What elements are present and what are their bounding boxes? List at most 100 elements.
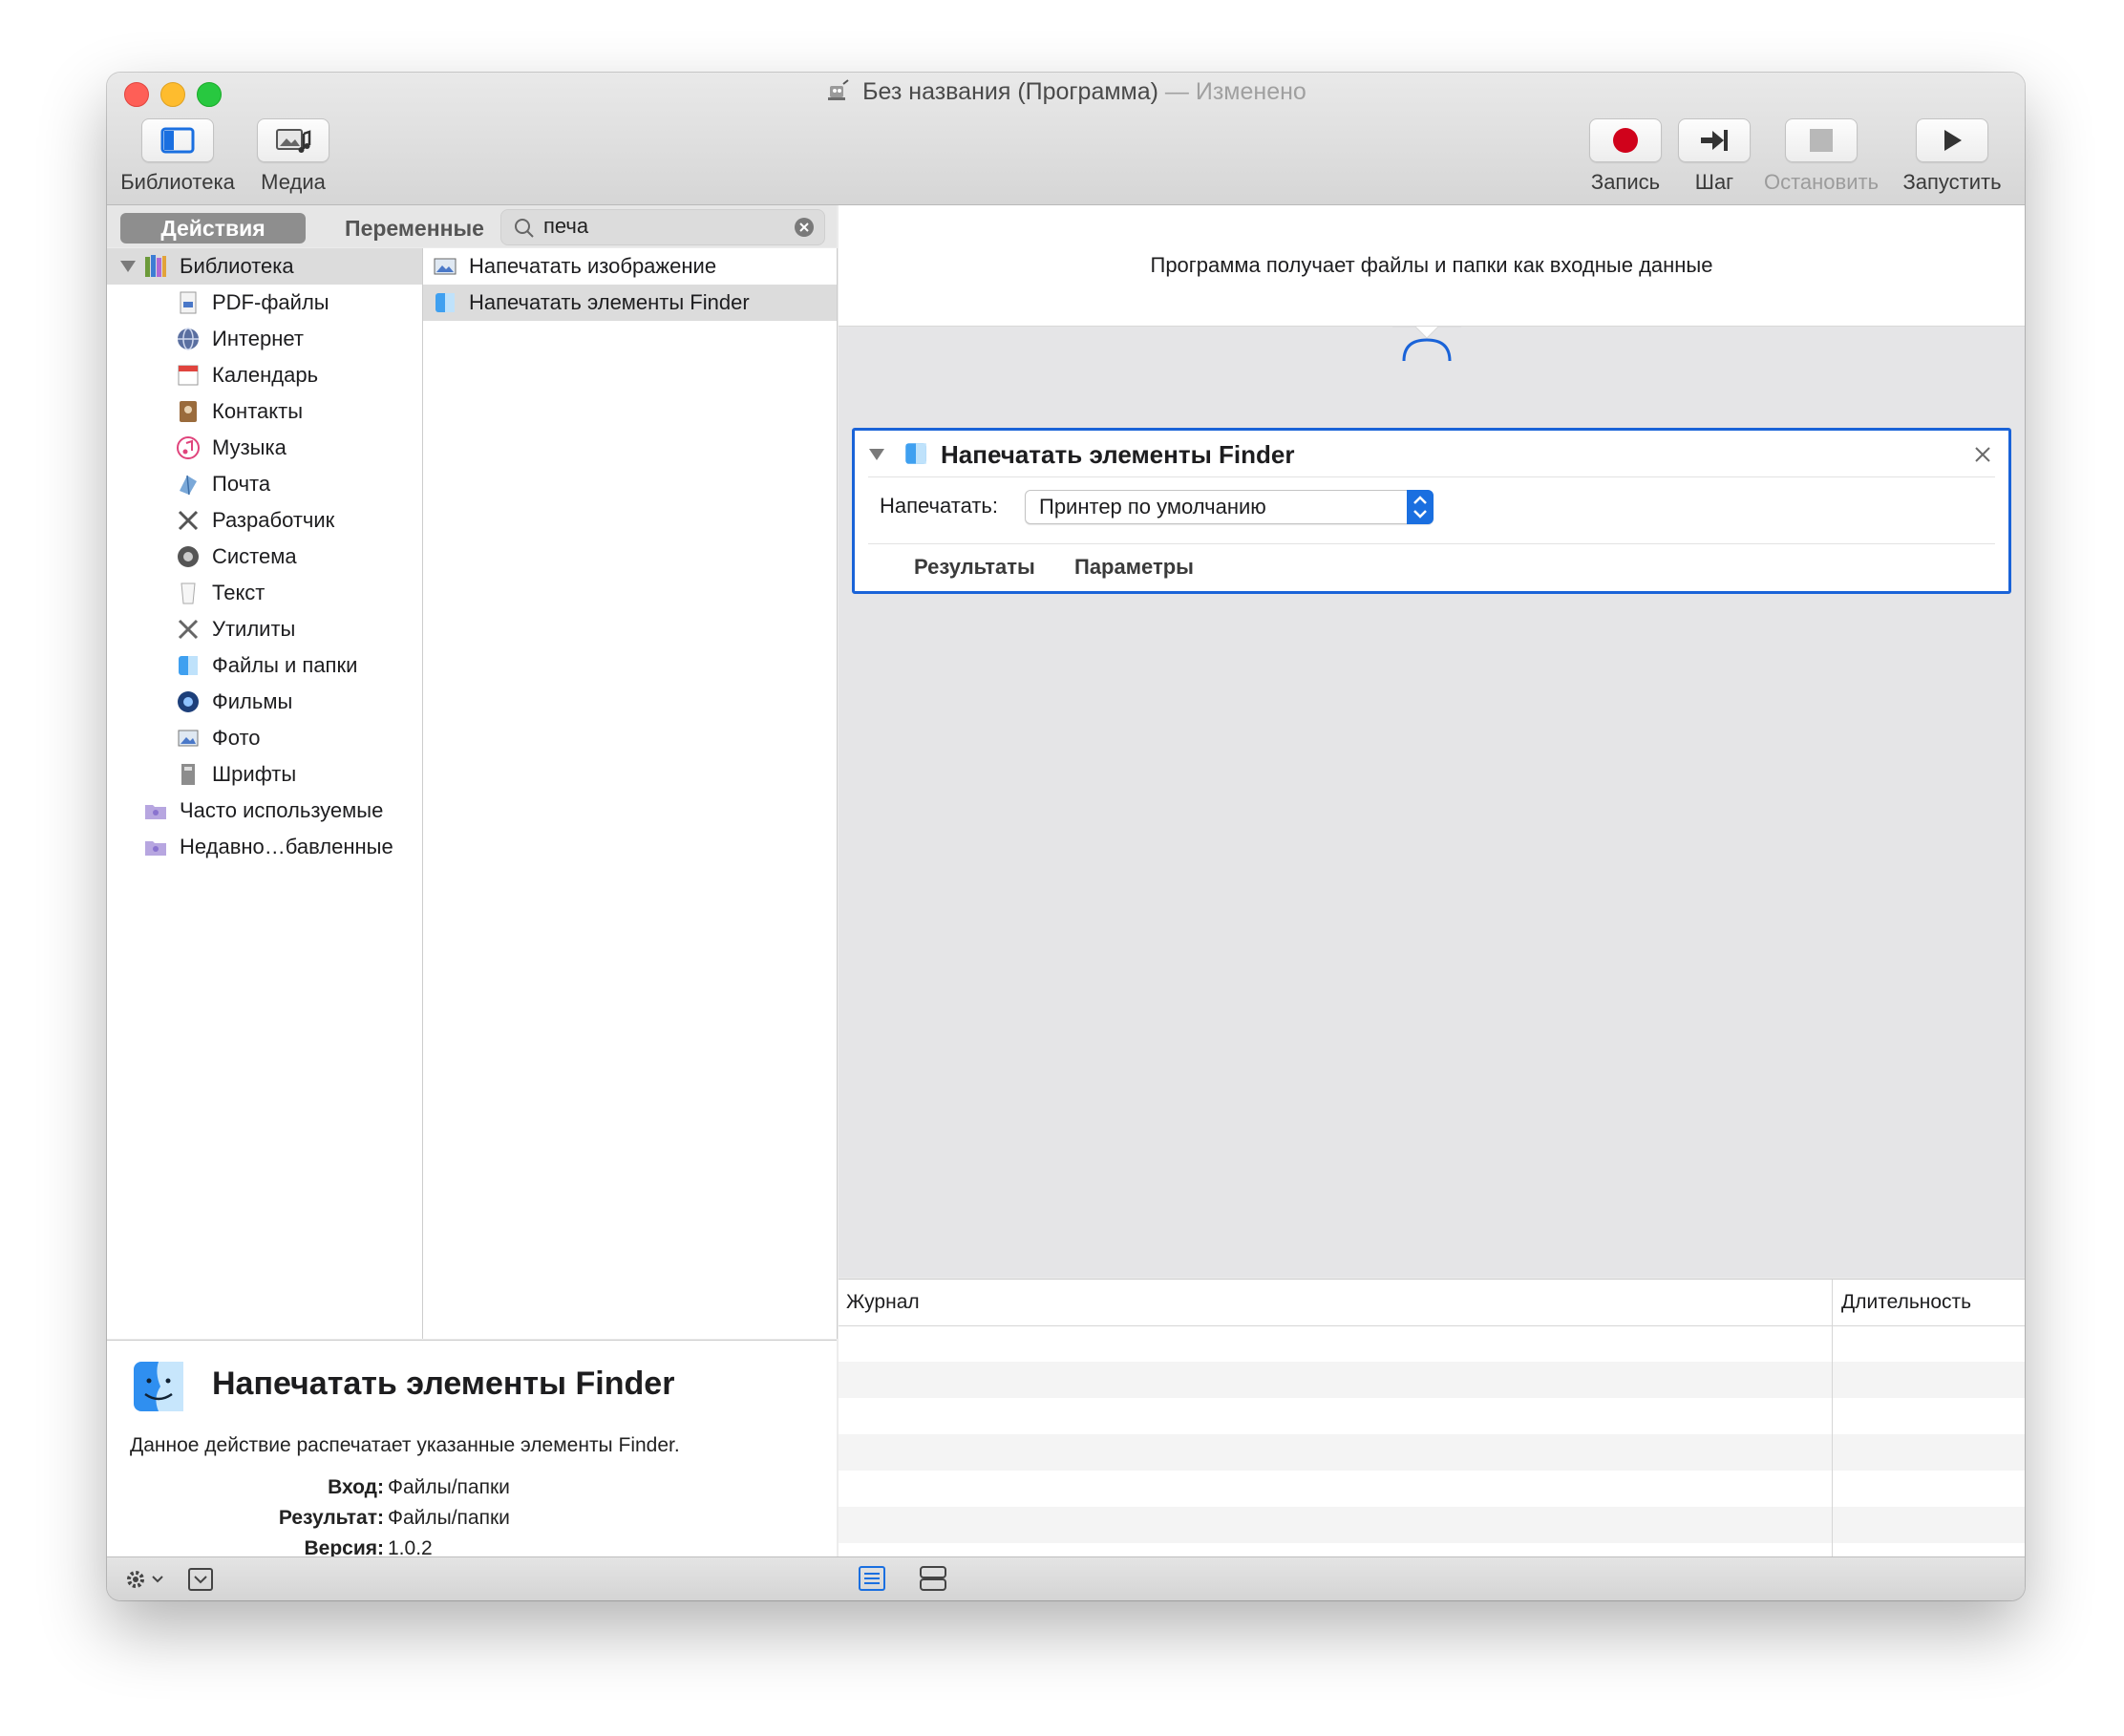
- clear-search-icon[interactable]: [794, 217, 815, 238]
- search-field[interactable]: [500, 209, 825, 245]
- smart-group-label: Недавно…бавленные: [180, 835, 393, 858]
- record-toolbar-item[interactable]: Запись: [1583, 118, 1667, 195]
- close-icon[interactable]: [1974, 446, 1991, 463]
- library-item-label: Разработчик: [212, 508, 335, 532]
- record-label: Запись: [1590, 170, 1661, 194]
- smart-group-frequent[interactable]: Часто используемые: [143, 793, 383, 829]
- library-item-files[interactable]: Файлы и папки: [176, 647, 357, 684]
- tab-actions[interactable]: Действия: [120, 213, 306, 243]
- library-item-developer[interactable]: Разработчик: [176, 502, 334, 539]
- toolbar: Без названия (Программа) — Изменено Библ…: [107, 73, 2025, 205]
- smart-group-recent[interactable]: Недавно…бавленные: [143, 829, 393, 865]
- stop-label: Остановить: [1763, 170, 1880, 194]
- library-books-icon: [145, 255, 166, 277]
- photo-icon: [178, 730, 199, 747]
- chevron-updown-icon: [1413, 496, 1427, 519]
- library-item-calendar[interactable]: Календарь: [176, 357, 318, 393]
- log-header: Журнал Длительность: [839, 1280, 2025, 1326]
- action-description-pane: Напечатать элементы Finder Данное действ…: [107, 1340, 837, 1556]
- contacts-icon: [180, 401, 197, 422]
- library-item-text[interactable]: Текст: [176, 575, 265, 611]
- record-button[interactable]: [1589, 118, 1662, 162]
- log-row: [839, 1434, 2025, 1471]
- window-title-separator: —: [1158, 78, 1196, 105]
- action-item-print-finder[interactable]: Напечатать элементы Finder: [423, 285, 837, 321]
- step-button[interactable]: [1678, 118, 1751, 162]
- log-column-divider[interactable]: [1832, 1280, 1833, 1556]
- library-item-pdf[interactable]: PDF-файлы: [176, 285, 329, 321]
- search-icon: [515, 219, 534, 238]
- show-description-icon[interactable]: [187, 1567, 214, 1592]
- workflow-area[interactable]: Напечатать элементы Finder Напечатать: П…: [839, 326, 2025, 1278]
- log-row: [839, 1507, 2025, 1543]
- library-item-system[interactable]: Система: [176, 539, 297, 575]
- library-item-contacts[interactable]: Контакты: [176, 393, 303, 430]
- media-toolbar-button[interactable]: [257, 118, 329, 162]
- disclosure-triangle-icon[interactable]: [120, 261, 136, 272]
- window-title-name: Без названия (Программа): [862, 78, 1158, 105]
- params-tab[interactable]: Параметры: [1074, 555, 1194, 580]
- text-icon: [181, 582, 196, 604]
- library-item-internet[interactable]: Интернет: [176, 321, 304, 357]
- version-meta-label: Версия:: [304, 1537, 384, 1556]
- search-input[interactable]: [543, 212, 782, 241]
- split-view-icon[interactable]: [919, 1565, 947, 1592]
- input-meta-value: Файлы/папки: [388, 1476, 510, 1498]
- pdf-icon: [180, 291, 197, 314]
- media-icon: [276, 129, 311, 153]
- mail-icon: [180, 475, 197, 496]
- action-item-label: Напечатать элементы Finder: [469, 290, 750, 314]
- connector-notch-icon: [1392, 326, 1461, 362]
- step-toolbar-item[interactable]: Шаг: [1677, 118, 1752, 195]
- library-item-music[interactable]: Музыка: [176, 430, 287, 466]
- library-panel: Библиотека PDF-файлы Интернет Календарь …: [107, 248, 423, 1339]
- library-item-label: Почта: [212, 472, 271, 496]
- globe-icon: [178, 328, 199, 350]
- action-card-print-finder[interactable]: Напечатать элементы Finder Напечатать: П…: [852, 428, 2011, 594]
- smart-group-label: Часто используемые: [180, 798, 384, 822]
- gear-icon[interactable]: [124, 1567, 166, 1592]
- list-view-icon[interactable]: [858, 1565, 886, 1592]
- finder-icon: [179, 656, 198, 675]
- card-divider-top: [868, 476, 1995, 477]
- library-item-movies[interactable]: Фильмы: [176, 684, 292, 720]
- bottom-bar: [107, 1556, 2025, 1600]
- library-item-utilities[interactable]: Утилиты: [176, 611, 295, 647]
- result-meta-label: Результат:: [278, 1507, 384, 1529]
- printer-popup[interactable]: Принтер по умолчанию: [1025, 490, 1434, 524]
- run-button[interactable]: [1916, 118, 1988, 162]
- run-label: Запустить: [1902, 170, 2002, 194]
- stop-icon: [1810, 129, 1833, 152]
- finder-icon: [435, 293, 455, 312]
- library-item-photo[interactable]: Фото: [176, 720, 261, 756]
- description-text: Данное действие распечатает указанные эл…: [130, 1434, 680, 1456]
- library-toolbar-button[interactable]: [141, 118, 214, 162]
- window-title: Без названия (Программа) — Изменено: [107, 78, 2025, 106]
- library-item-label: Фото: [212, 726, 261, 750]
- log-table: Журнал Длительность: [839, 1279, 2025, 1556]
- library-item-fonts[interactable]: Шрифты: [176, 756, 296, 793]
- results-tab[interactable]: Результаты: [914, 555, 1035, 580]
- popup-arrows[interactable]: [1407, 490, 1434, 524]
- run-toolbar-item[interactable]: Запустить: [1895, 118, 2009, 195]
- stop-toolbar-item[interactable]: Остановить: [1759, 118, 1883, 195]
- log-column-header[interactable]: Журнал: [846, 1291, 920, 1314]
- input-meta-label: Вход:: [328, 1476, 384, 1498]
- library-toolbar-item[interactable]: Библиотека: [120, 118, 235, 195]
- action-item-print-image[interactable]: Напечатать изображение: [423, 248, 837, 285]
- library-root-item[interactable]: Библиотека: [107, 248, 422, 285]
- library-item-label: Контакты: [212, 399, 304, 423]
- action-card-title: Напечатать элементы Finder: [941, 440, 1295, 469]
- actions-panel: Напечатать изображение Напечатать элемен…: [423, 248, 838, 1339]
- result-meta-value: Файлы/папки: [388, 1507, 510, 1529]
- record-icon: [1613, 128, 1638, 153]
- collapse-triangle-icon[interactable]: [868, 448, 885, 461]
- stop-button[interactable]: [1785, 118, 1858, 162]
- automator-window: Без названия (Программа) — Изменено Библ…: [107, 73, 2025, 1600]
- duration-column-header[interactable]: Длительность: [1841, 1291, 1971, 1314]
- tab-variables[interactable]: Переменные: [319, 213, 510, 243]
- media-toolbar-item[interactable]: Медиа: [252, 118, 334, 195]
- library-item-label: Календарь: [212, 363, 319, 387]
- library-item-mail[interactable]: Почта: [176, 466, 270, 502]
- smart-folder-icon: [145, 841, 166, 856]
